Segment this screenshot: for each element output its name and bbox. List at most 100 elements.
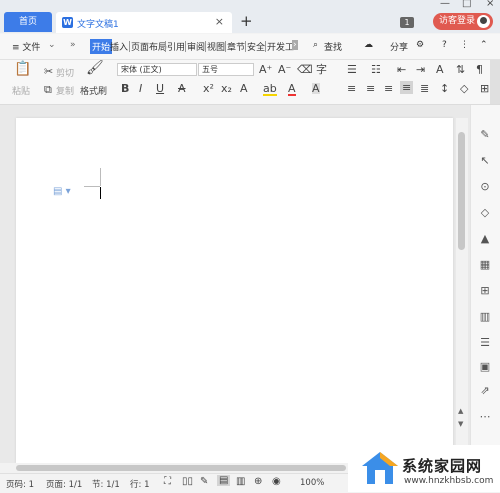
menu-item-layout[interactable]: 页面布局 — [131, 40, 167, 53]
settings-icon[interactable]: ⚙ — [416, 40, 424, 50]
format-painter-label[interactable]: 格式刷 — [80, 84, 107, 97]
font-size-select[interactable]: 五号 — [198, 63, 254, 76]
bullet-list-icon[interactable]: ☰ — [347, 64, 357, 75]
location-icon[interactable]: ⊙ — [478, 180, 492, 194]
page-view-icon[interactable]: ▤ — [217, 475, 231, 486]
subscript-icon[interactable]: x₂ — [221, 83, 232, 94]
borders-icon[interactable]: ⊞ — [480, 83, 489, 94]
menu-item-insert[interactable]: 插入 — [110, 40, 128, 53]
align-left-icon[interactable]: ≡ — [347, 83, 356, 94]
more-icon[interactable]: ⋮ — [460, 40, 469, 50]
format-painter-icon[interactable]: 🖌 — [86, 61, 104, 75]
align-center-icon[interactable]: ≡ — [366, 83, 375, 94]
chinese-layout-icon[interactable]: A — [436, 64, 444, 75]
sort-icon[interactable]: ⇅ — [456, 64, 465, 75]
copy-icon[interactable]: ⧉ — [44, 84, 52, 95]
chevron-down-icon[interactable]: ⌄ — [48, 40, 56, 50]
image-icon[interactable]: ▣ — [478, 360, 492, 374]
share-button[interactable]: 分享 — [390, 40, 408, 53]
clear-format-icon[interactable]: ⌫ — [297, 64, 313, 75]
help-icon[interactable]: ? — [442, 40, 447, 50]
window-controls: — □ × — [404, 0, 500, 10]
apps-icon[interactable]: ⊞ — [478, 284, 492, 298]
paragraph-mark-icon[interactable]: ¶ — [476, 64, 483, 75]
cut-label[interactable]: 剪切 — [56, 66, 74, 79]
grow-font-icon[interactable]: A⁺ — [259, 64, 272, 75]
justify-icon[interactable]: ≡ — [400, 81, 414, 94]
tab-home[interactable]: 首页 — [4, 12, 52, 32]
phonetic-icon[interactable]: 字 — [316, 64, 327, 75]
pen-icon[interactable]: ✎ — [478, 128, 492, 142]
align-right-icon[interactable]: ≡ — [384, 83, 393, 94]
dots-icon[interactable]: ⋯ — [478, 410, 492, 424]
menu-item-review[interactable]: 审阅 — [187, 40, 205, 53]
line-spacing-icon[interactable]: ↕ — [440, 83, 449, 94]
copy-label[interactable]: 复制 — [56, 84, 74, 97]
menu-item-start[interactable]: 开始 — [90, 39, 113, 54]
close-window-icon[interactable]: × — [486, 0, 494, 9]
cloud-icon[interactable]: ☁ — [364, 40, 373, 50]
numbered-list-icon[interactable]: ☷ — [371, 64, 381, 75]
more-menu-icon[interactable]: » — [70, 40, 76, 50]
decrease-indent-icon[interactable]: ⇤ — [397, 64, 406, 75]
font-family-select[interactable]: 宋体 (正文) — [117, 63, 197, 76]
shapes-icon[interactable]: ◇ — [478, 206, 492, 220]
table-icon[interactable]: ▦ — [478, 258, 492, 272]
read-mode-icon[interactable]: ▯▯ — [182, 476, 193, 487]
shading-icon[interactable]: ◇ — [460, 83, 468, 94]
paragraph-handle-icon[interactable]: ▤ ▾ — [53, 186, 71, 197]
site-logo-icon — [362, 452, 398, 484]
horizontal-scroll-thumb[interactable] — [16, 465, 346, 471]
ribbon-scroll[interactable] — [490, 60, 500, 104]
text-effect-icon[interactable]: A — [240, 83, 248, 94]
highlight-icon[interactable]: ab — [263, 83, 277, 96]
char-shading-icon[interactable]: A — [312, 83, 320, 94]
zoom-level[interactable]: 100% — [300, 478, 324, 488]
italic-button[interactable]: I — [139, 83, 142, 94]
visitor-login-button[interactable]: 访客登录 — [433, 13, 493, 30]
file-menu[interactable]: ≡ 文件 — [12, 40, 40, 53]
vertical-scroll-thumb[interactable] — [458, 132, 465, 250]
fill-icon[interactable]: ▲ — [478, 232, 492, 246]
outline-view-icon[interactable]: ▥ — [236, 476, 245, 487]
strikethrough-icon[interactable]: A — [178, 83, 186, 94]
bold-button[interactable]: B — [121, 83, 129, 94]
adjust-icon[interactable]: ☰ — [478, 336, 492, 350]
menu-separator — [205, 41, 206, 52]
tab-document-label: 文字文稿1 — [77, 20, 119, 30]
underline-button[interactable]: U — [156, 83, 164, 94]
web-view-icon[interactable]: ⊕ — [254, 476, 262, 487]
close-tab-icon[interactable]: × — [215, 15, 224, 28]
font-color-icon[interactable]: A — [288, 83, 296, 96]
maximize-icon[interactable]: □ — [462, 0, 471, 9]
minimize-icon[interactable]: — — [440, 0, 450, 9]
document-page[interactable] — [16, 118, 453, 463]
eye-care-icon[interactable]: ◉ — [272, 476, 281, 487]
new-tab-button[interactable]: + — [240, 12, 253, 30]
select-pointer-icon[interactable]: ↖ — [478, 154, 492, 168]
search-icon[interactable]: ⌕ — [313, 40, 318, 50]
cut-icon[interactable]: ✂ — [44, 66, 53, 77]
edit-icon[interactable]: ✎ — [200, 476, 208, 487]
menu-item-security[interactable]: 安全 — [247, 40, 265, 53]
window-count-badge[interactable]: 1 — [400, 17, 414, 28]
scroll-down-icon[interactable]: ▼ — [458, 420, 463, 428]
menu-item-reference[interactable]: 引用 — [167, 40, 185, 53]
superscript-icon[interactable]: x² — [203, 83, 214, 94]
tab-document[interactable]: W 文字文稿1 × — [56, 12, 232, 33]
chart-icon[interactable]: ▥ — [478, 310, 492, 324]
export-icon[interactable]: ⇗ — [478, 384, 492, 398]
scroll-up-icon[interactable]: ▲ — [458, 407, 463, 415]
shrink-font-icon[interactable]: A⁻ — [278, 64, 291, 75]
collapse-ribbon-icon[interactable]: ⌃ — [480, 40, 488, 50]
paste-icon[interactable]: 📋 — [14, 62, 31, 76]
menu-item-chapter[interactable]: 章节 — [227, 40, 245, 53]
distribute-icon[interactable]: ≣ — [420, 83, 429, 94]
menu-item-view[interactable]: 视图 — [207, 40, 225, 53]
search-label[interactable]: 查找 — [324, 40, 342, 53]
menu-item-developer[interactable]: 开发工 — [267, 40, 294, 53]
fullscreen-icon[interactable]: ⛶ — [164, 476, 171, 487]
scroll-right-icon[interactable]: › — [292, 40, 298, 50]
increase-indent-icon[interactable]: ⇥ — [416, 64, 425, 75]
paste-label[interactable]: 粘贴 — [12, 84, 30, 97]
